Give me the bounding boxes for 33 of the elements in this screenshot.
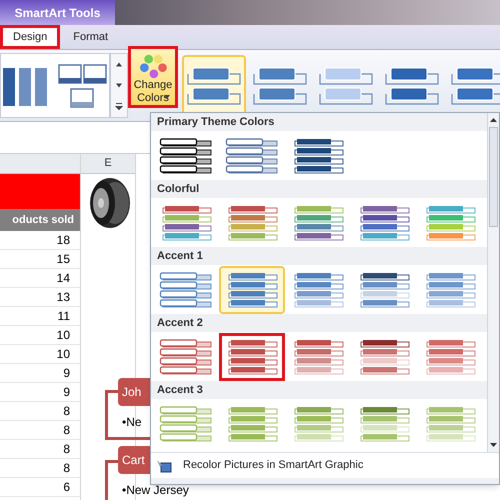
table-header-cell: oducts sold — [0, 209, 80, 231]
section-heading: Accent 3 — [151, 381, 487, 399]
ribbon-tab[interactable]: Format — [60, 25, 122, 49]
scrollbar[interactable] — [487, 113, 499, 452]
contextual-tab-group: SmartArt Tools — [0, 0, 115, 25]
table-cell: 8 — [0, 459, 80, 478]
table-cell: 9 — [0, 364, 80, 383]
table-cell: 13 — [0, 288, 80, 307]
table-cell: 10 — [0, 326, 80, 345]
scroll-thumb[interactable] — [489, 127, 498, 227]
table-cell: 10 — [0, 345, 80, 364]
table-cell: 11 — [0, 307, 80, 326]
column-header: E — [81, 154, 135, 174]
section-heading: Colorful — [151, 180, 487, 198]
section-heading: Primary Theme Colors — [151, 113, 487, 131]
bullet-text: •Ne — [122, 414, 142, 431]
ribbon-tab[interactable]: Design — [0, 25, 60, 49]
caret-icon — [164, 95, 170, 99]
change-colors-button[interactable]: Change Colors — [128, 46, 178, 108]
table-cell: 18 — [0, 231, 80, 250]
table-cell: 15 — [0, 250, 80, 269]
color-option[interactable] — [219, 332, 285, 380]
table-cell: 9 — [0, 383, 80, 402]
table-cell: 8 — [0, 440, 80, 459]
table-cell: 8 — [0, 421, 80, 440]
bullet-text: •New Jersey — [122, 482, 189, 499]
table-cell: 6 — [0, 478, 80, 497]
table-cell: 14 — [0, 269, 80, 288]
recolor-pictures-icon — [155, 458, 173, 474]
menu-item[interactable]: Recolor Pictures in SmartArt Graphic — [183, 457, 364, 474]
section-heading: Accent 1 — [151, 247, 487, 265]
table-cell: 8 — [0, 402, 80, 421]
section-heading: Accent 2 — [151, 314, 487, 332]
